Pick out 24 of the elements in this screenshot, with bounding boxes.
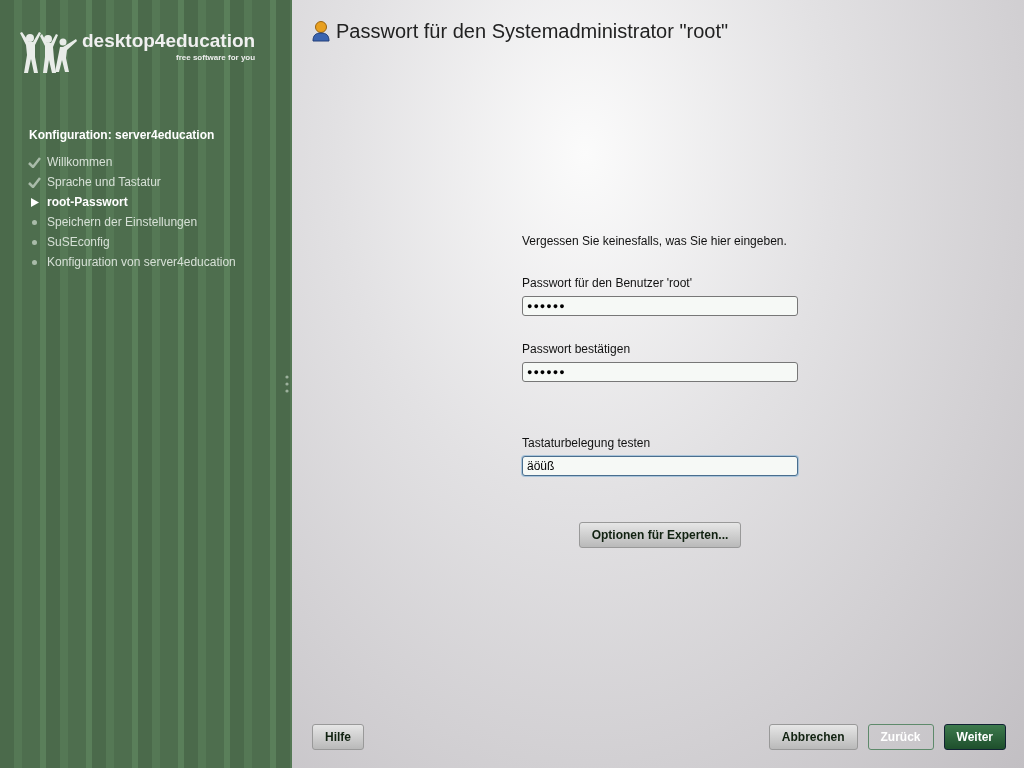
field-label: Passwort für den Benutzer 'root' [522, 275, 693, 292]
experts-button[interactable]: Optionen für Experten... [578, 522, 742, 548]
page-title: Passwort für den Systemadministrator "root" [336, 19, 729, 44]
sidebar-step: Speichern der Einstellungen [47, 213, 198, 231]
user-icon [312, 20, 330, 42]
sidebar-step: Sprache und Tastatur [47, 173, 161, 191]
jumping-people-logo-icon [18, 30, 78, 76]
dialog-button[interactable]: Abbrechen [768, 724, 858, 750]
sidebar-step: Konfiguration von server4education [47, 253, 236, 271]
hint-text: Vergessen Sie keinesfalls, was Sie hier eingeben. [522, 233, 788, 250]
sidebar-heading: Konfiguration: server4education [29, 127, 216, 144]
input-field[interactable]: äöüß [522, 456, 798, 476]
logo-title: desktop4education [82, 30, 256, 52]
sidebar-step: SuSEconfig [47, 233, 110, 251]
input-field[interactable]: ●●●●●● [522, 296, 798, 316]
dialog-button[interactable]: Weiter [943, 724, 1006, 750]
logo-tagline: free software for you [175, 52, 256, 64]
dialog-button[interactable]: Hilfe [312, 724, 364, 750]
field-label: Passwort bestätigen [522, 341, 632, 358]
splitter-handle-icon[interactable] [285, 374, 289, 394]
sidebar-step: Willkommen [47, 153, 113, 171]
input-field[interactable]: ●●●●●● [522, 362, 798, 382]
field-label: Tastaturbelegung testen [522, 435, 652, 452]
sidebar-step: root-Passwort [47, 193, 128, 211]
